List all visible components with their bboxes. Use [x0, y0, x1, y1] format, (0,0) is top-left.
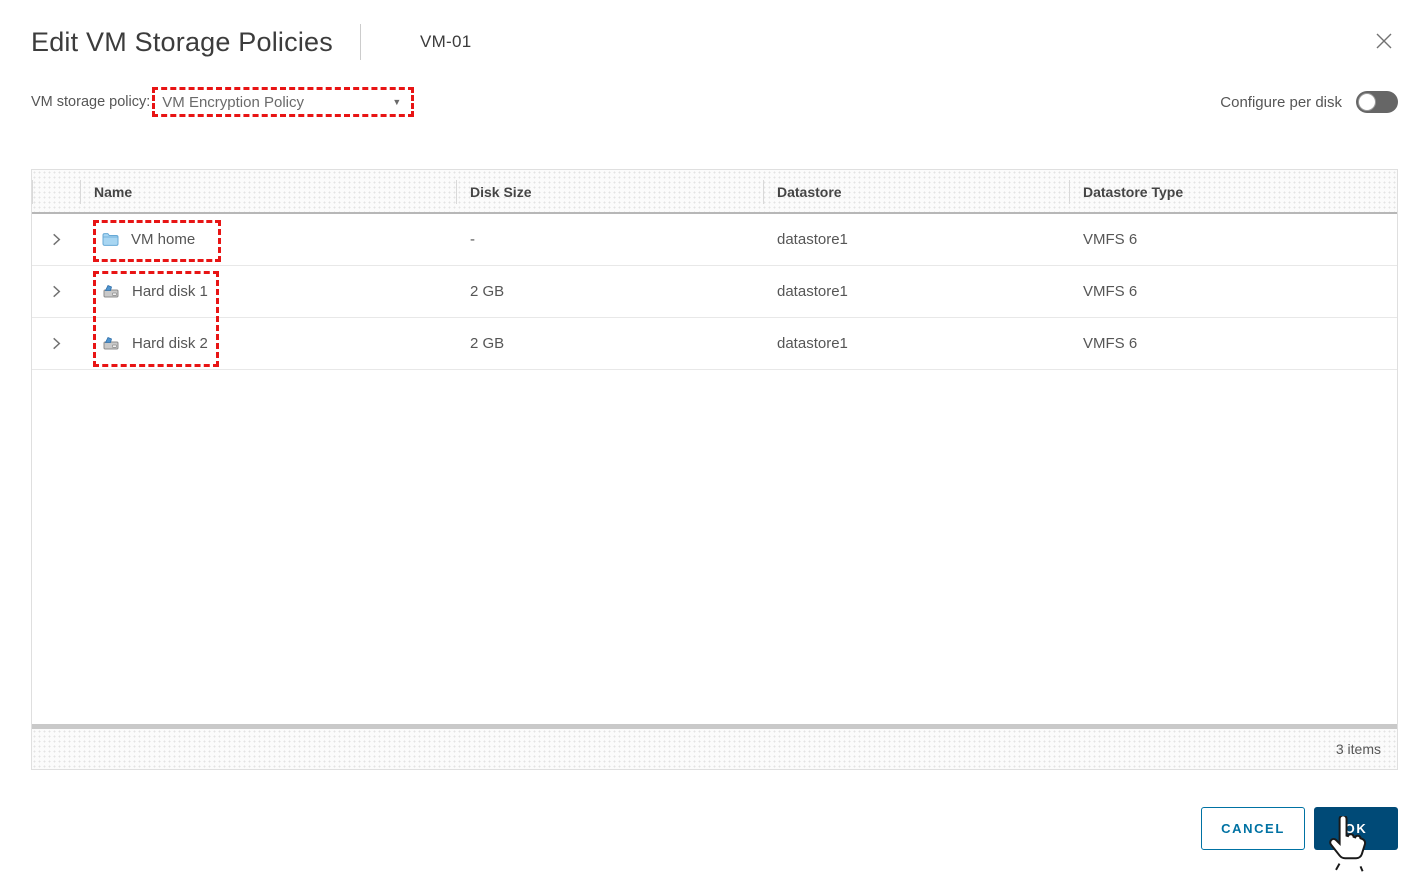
toggle-knob — [1358, 93, 1376, 111]
items-count: 3 items — [1335, 741, 1381, 757]
configure-per-disk-group: Configure per disk — [1220, 91, 1398, 113]
hard-disk-icon — [102, 336, 120, 351]
column-header-datastore[interactable]: Datastore — [763, 170, 1069, 214]
disk-size-cell: - — [470, 231, 475, 248]
title-separator — [359, 24, 361, 60]
table-footer: 3 items — [32, 729, 1397, 769]
vm-storage-policy-select[interactable]: VM Encryption Policy ▼ — [152, 87, 415, 117]
name-cell: Hard disk 1 — [80, 283, 456, 300]
datastore-type-cell: VMFS 6 — [1083, 231, 1138, 248]
ok-button[interactable]: OK — [1314, 807, 1398, 850]
dialog-subtitle-vm-name: VM-01 — [419, 32, 472, 51]
folder-icon — [102, 232, 119, 247]
expand-chevron-icon[interactable] — [45, 280, 68, 303]
datastore-type-cell: VMFS 6 — [1083, 335, 1138, 352]
cancel-button[interactable]: CANCEL — [1201, 807, 1305, 850]
close-button[interactable] — [1370, 28, 1398, 56]
datastore-cell: datastore1 — [777, 231, 848, 248]
datastore-type-cell: VMFS 6 — [1083, 283, 1138, 300]
table-row-hard-disk-2[interactable]: Hard disk 2 2 GB datastore1 VMFS 6 — [32, 318, 1397, 370]
table-row-vm-home[interactable]: VM home - datastore1 VMFS 6 — [32, 214, 1397, 266]
storage-policy-row: VM storage policy: VM Encryption Policy … — [0, 86, 1428, 118]
expand-cell — [32, 280, 80, 303]
close-icon — [1373, 30, 1395, 55]
storage-policies-table: . Name Disk Size Datastore Datastore Typ… — [31, 169, 1398, 770]
dropdown-caret-icon: ▼ — [392, 97, 402, 107]
disk-size-cell: 2 GB — [470, 335, 505, 352]
vm-storage-policy-label: VM storage policy: — [31, 94, 151, 110]
name-cell: VM home — [80, 231, 456, 248]
configure-per-disk-label: Configure per disk — [1220, 93, 1342, 111]
dialog-title: Edit VM Storage Policies — [31, 26, 333, 57]
column-header-datastore-type[interactable]: Datastore Type — [1069, 170, 1397, 214]
expand-chevron-icon[interactable] — [45, 332, 68, 355]
dialog-header: Edit VM Storage Policies VM-01 — [0, 0, 1428, 62]
vm-storage-policy-selected-value: VM Encryption Policy — [162, 93, 304, 111]
disk-size-cell: 2 GB — [470, 283, 505, 300]
dialog-actions: CANCEL OK — [0, 807, 1398, 850]
table-row-hard-disk-1[interactable]: Hard disk 1 2 GB datastore1 VMFS 6 — [32, 266, 1397, 318]
row-name-label: VM home — [131, 231, 196, 248]
hard-disk-icon — [102, 284, 120, 299]
datastore-cell: datastore1 — [777, 283, 848, 300]
table-empty-area — [32, 370, 1397, 724]
row-name-label: Hard disk 1 — [132, 283, 208, 300]
name-cell: Hard disk 2 — [80, 335, 456, 352]
row-name-label: Hard disk 2 — [132, 335, 208, 352]
table-header-row: . Name Disk Size Datastore Datastore Typ… — [32, 170, 1397, 214]
header-expand-column: . — [32, 170, 80, 214]
datastore-cell: datastore1 — [777, 335, 848, 352]
expand-chevron-icon[interactable] — [45, 228, 68, 251]
expand-cell — [32, 332, 80, 355]
configure-per-disk-toggle[interactable] — [1356, 91, 1398, 113]
column-header-disk-size[interactable]: Disk Size — [456, 170, 763, 214]
expand-cell — [32, 228, 80, 251]
column-header-name[interactable]: Name — [80, 170, 456, 214]
